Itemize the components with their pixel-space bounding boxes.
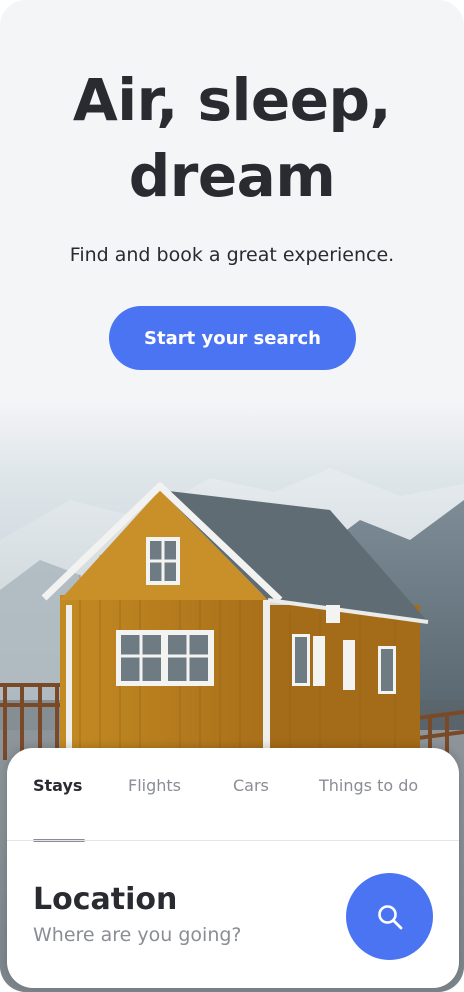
hero-title: Air, sleep, dream [0, 62, 464, 214]
location-input[interactable] [33, 924, 313, 946]
location-label: Location [33, 882, 178, 917]
start-search-button[interactable]: Start your search [109, 306, 356, 370]
search-panel: Stays Flights Cars Things to do Location [7, 748, 459, 988]
hero-subtitle: Find and book a great experience. [69, 244, 395, 266]
app-screen: Air, sleep, dream Find and book a great … [0, 0, 464, 992]
search-icon [377, 904, 402, 929]
hero-title-line-1: Air, sleep, [72, 66, 392, 134]
tab-cars[interactable]: Cars [233, 776, 269, 795]
tabs-divider [7, 840, 459, 841]
category-tabs: Stays Flights Cars Things to do [7, 748, 459, 828]
search-button[interactable] [346, 873, 433, 960]
tab-things-to-do[interactable]: Things to do [319, 776, 418, 795]
tab-flights[interactable]: Flights [128, 776, 181, 795]
hero-title-line-2: dream [128, 142, 336, 210]
tab-stays[interactable]: Stays [33, 776, 82, 795]
